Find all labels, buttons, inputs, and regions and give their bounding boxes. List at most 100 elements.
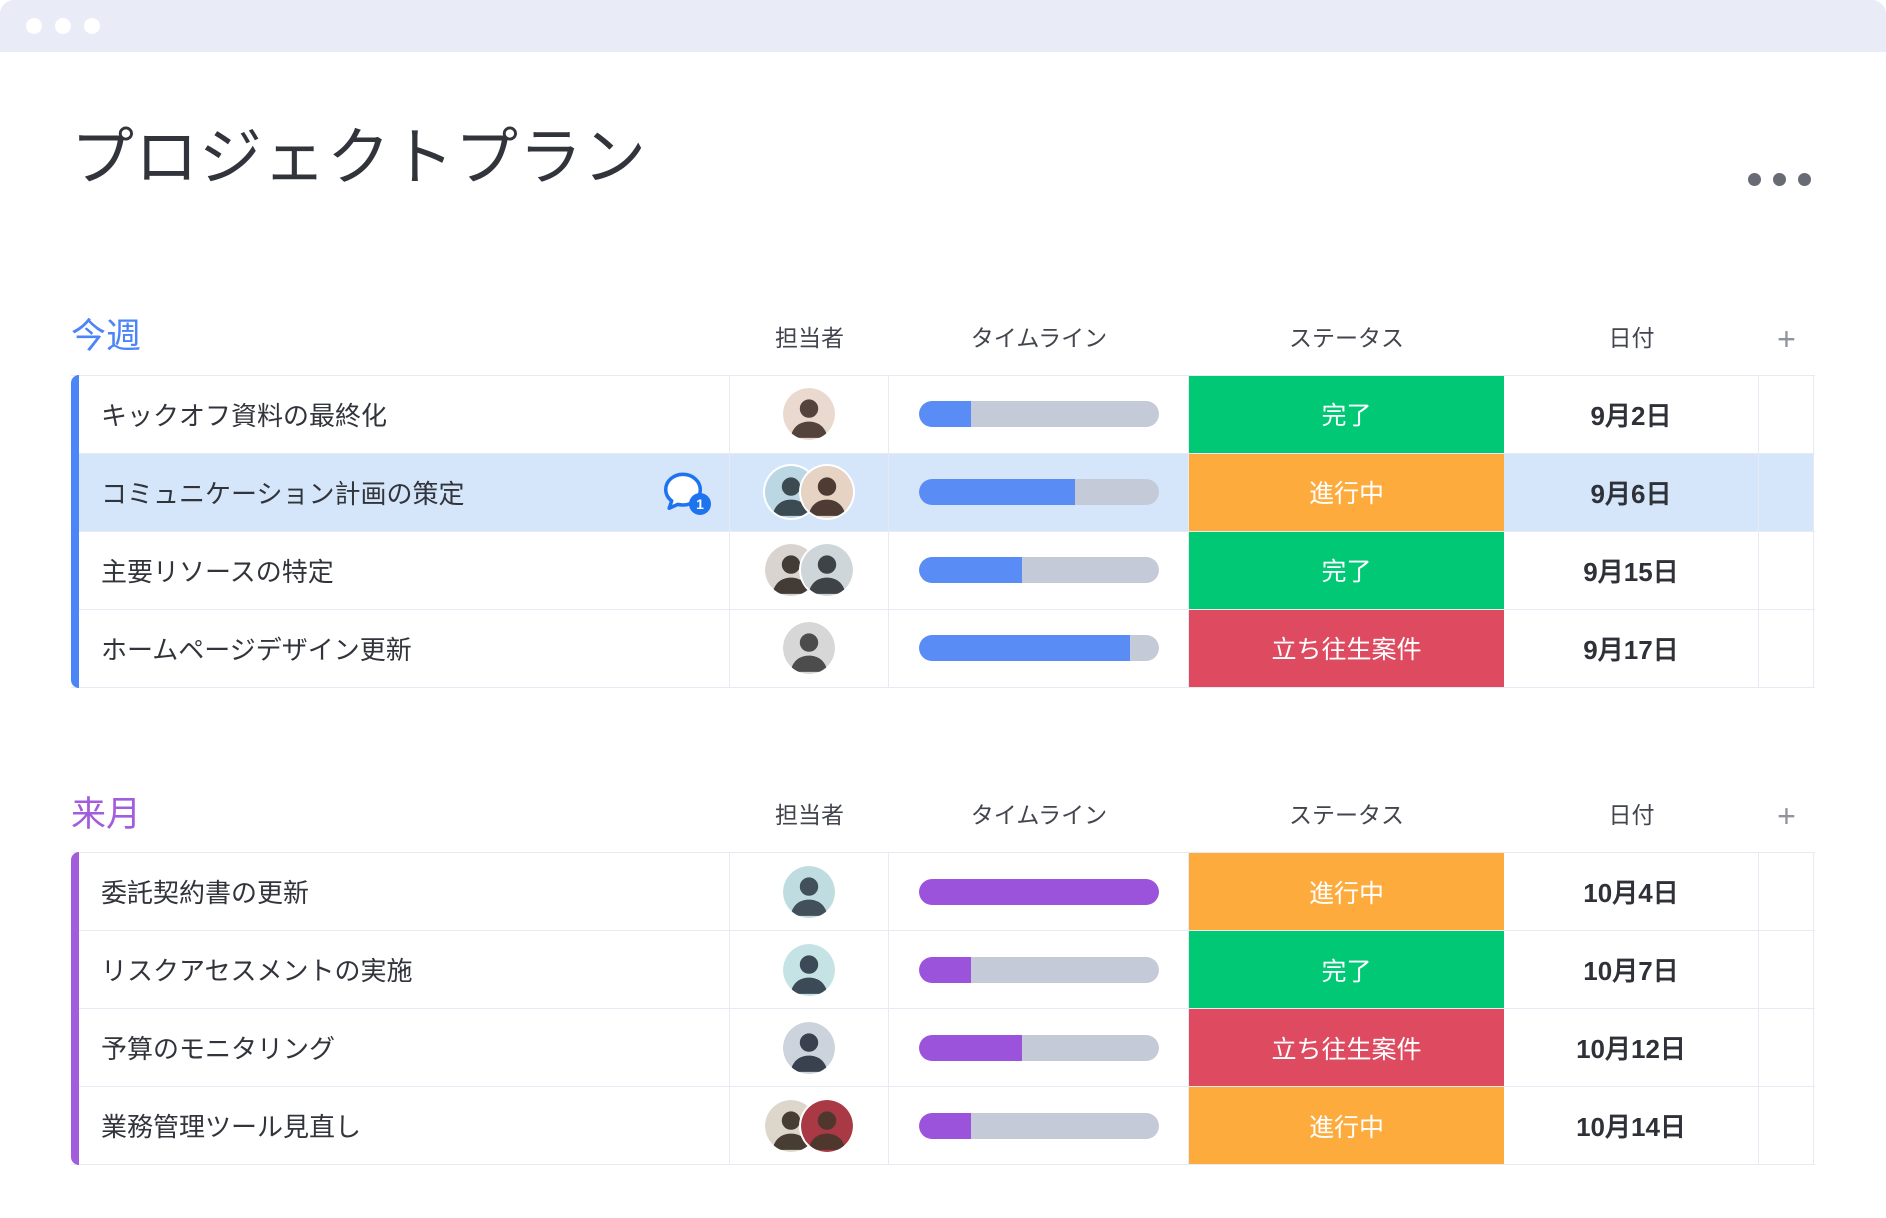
- status-badge[interactable]: 完了: [1189, 375, 1504, 453]
- column-header-timeline[interactable]: タイムライン: [889, 319, 1189, 357]
- assignee-avatars[interactable]: [783, 622, 835, 674]
- task-name: リスクアセスメントの実施: [101, 956, 413, 986]
- task-name-cell[interactable]: 委託契約書の更新: [71, 853, 730, 930]
- assignee-avatars[interactable]: [783, 865, 835, 918]
- column-header-timeline[interactable]: タイムライン: [889, 796, 1189, 834]
- column-header-owner[interactable]: 担当者: [730, 319, 889, 357]
- add-column-button[interactable]: +: [1759, 323, 1814, 357]
- timeline-bar[interactable]: [918, 878, 1159, 905]
- row-add-cell[interactable]: [1759, 609, 1814, 687]
- assignee-avatars[interactable]: [783, 388, 835, 440]
- timeline-cell[interactable]: [889, 609, 1189, 687]
- chat-bubble-icon[interactable]: 1: [657, 467, 711, 517]
- table-row[interactable]: リスクアセスメントの実施 完了 10月7日: [71, 931, 1815, 1009]
- column-header-date[interactable]: 日付: [1504, 319, 1759, 357]
- timeline-cell[interactable]: [889, 375, 1189, 453]
- timeline-bar[interactable]: [918, 479, 1159, 505]
- owner-cell[interactable]: [730, 453, 889, 531]
- assignee-avatars[interactable]: [765, 466, 853, 518]
- row-add-cell[interactable]: [1759, 453, 1814, 531]
- task-name-cell[interactable]: キックオフ資料の最終化: [71, 375, 730, 453]
- timeline-bar[interactable]: [918, 956, 1159, 983]
- timeline-bar[interactable]: [918, 401, 1159, 427]
- owner-cell[interactable]: [730, 1087, 889, 1164]
- status-badge[interactable]: 立ち往生案件: [1189, 1009, 1504, 1086]
- timeline-cell[interactable]: [889, 531, 1189, 609]
- task-name: 委託契約書の更新: [101, 878, 310, 908]
- column-header-status[interactable]: ステータス: [1189, 796, 1504, 834]
- assignee-avatars[interactable]: [765, 544, 853, 596]
- table-row[interactable]: 主要リソースの特定 完了 9月15日: [71, 531, 1815, 610]
- owner-cell[interactable]: [730, 609, 889, 687]
- ellipsis-icon: [1798, 173, 1811, 186]
- owner-cell[interactable]: [730, 1009, 889, 1086]
- table-row[interactable]: ホームページデザイン更新 立ち往生案件 9月17日: [71, 609, 1815, 688]
- table-row[interactable]: キックオフ資料の最終化 完了 9月2日: [71, 375, 1815, 454]
- task-name-cell[interactable]: リスクアセスメントの実施: [71, 931, 730, 1008]
- owner-cell[interactable]: [730, 931, 889, 1008]
- date-cell[interactable]: 9月6日: [1504, 453, 1759, 531]
- task-name: 業務管理ツール見直し: [101, 1112, 362, 1142]
- column-header-owner[interactable]: 担当者: [730, 796, 889, 834]
- group-title[interactable]: 今週: [71, 317, 141, 356]
- date-cell[interactable]: 10月12日: [1504, 1009, 1759, 1086]
- row-add-cell[interactable]: [1759, 375, 1814, 453]
- task-name-cell[interactable]: ホームページデザイン更新: [71, 609, 730, 687]
- column-header-date[interactable]: 日付: [1504, 796, 1759, 834]
- row-add-cell[interactable]: [1759, 531, 1814, 609]
- timeline-cell[interactable]: [889, 1009, 1189, 1086]
- more-options-button[interactable]: [1738, 163, 1815, 200]
- group-title-cell: 来月: [71, 795, 730, 835]
- table-row[interactable]: 業務管理ツール見直し 進行中 10月14日: [71, 1087, 1815, 1165]
- status-badge[interactable]: 立ち往生案件: [1189, 609, 1504, 687]
- timeline-bar[interactable]: [918, 1034, 1159, 1061]
- status-badge[interactable]: 進行中: [1189, 453, 1504, 531]
- table-row[interactable]: コミュニケーション計画の策定 1 進行中 9月6日: [71, 453, 1815, 532]
- avatar: [783, 865, 835, 918]
- status-badge[interactable]: 完了: [1189, 531, 1504, 609]
- row-add-cell[interactable]: [1759, 1009, 1814, 1086]
- task-name-cell[interactable]: コミュニケーション計画の策定 1: [71, 453, 730, 531]
- add-column-button[interactable]: +: [1759, 800, 1814, 834]
- date-cell[interactable]: 9月17日: [1504, 609, 1759, 687]
- row-add-cell[interactable]: [1759, 931, 1814, 1008]
- timeline-cell[interactable]: [889, 1087, 1189, 1164]
- ellipsis-icon: [1773, 173, 1786, 186]
- assignee-avatars[interactable]: [765, 1099, 853, 1152]
- date-cell[interactable]: 10月4日: [1504, 853, 1759, 930]
- group-title[interactable]: 来月: [71, 795, 141, 834]
- date-cell[interactable]: 9月15日: [1504, 531, 1759, 609]
- timeline-cell[interactable]: [889, 931, 1189, 1008]
- table-row[interactable]: 委託契約書の更新 進行中 10月4日: [71, 853, 1815, 931]
- window-control-dot[interactable]: [55, 18, 71, 34]
- status-badge[interactable]: 進行中: [1189, 853, 1504, 930]
- task-name-cell[interactable]: 主要リソースの特定: [71, 531, 730, 609]
- row-add-cell[interactable]: [1759, 1087, 1814, 1164]
- status-badge[interactable]: 進行中: [1189, 1087, 1504, 1164]
- timeline-cell[interactable]: [889, 853, 1189, 930]
- timeline-progress-fill: [918, 1034, 1022, 1061]
- assignee-avatars[interactable]: [783, 1021, 835, 1074]
- timeline-progress-fill: [918, 878, 1159, 905]
- timeline-bar[interactable]: [918, 1112, 1159, 1139]
- owner-cell[interactable]: [730, 853, 889, 930]
- avatar: [783, 622, 835, 674]
- window-control-dot[interactable]: [84, 18, 100, 34]
- window-control-dot[interactable]: [26, 18, 42, 34]
- date-cell[interactable]: 10月14日: [1504, 1087, 1759, 1164]
- row-add-cell[interactable]: [1759, 853, 1814, 930]
- date-cell[interactable]: 10月7日: [1504, 931, 1759, 1008]
- task-name-cell[interactable]: 予算のモニタリング: [71, 1009, 730, 1086]
- table-row[interactable]: 予算のモニタリング 立ち往生案件 10月12日: [71, 1009, 1815, 1087]
- timeline-bar[interactable]: [918, 557, 1159, 583]
- tasks-table: キックオフ資料の最終化 完了 9月2日 コミュニケーション計画の策定 1 進行中 9月6日主…: [71, 374, 1815, 688]
- owner-cell[interactable]: [730, 375, 889, 453]
- timeline-bar[interactable]: [918, 635, 1159, 661]
- column-header-status[interactable]: ステータス: [1189, 319, 1504, 357]
- assignee-avatars[interactable]: [783, 943, 835, 996]
- owner-cell[interactable]: [730, 531, 889, 609]
- date-cell[interactable]: 9月2日: [1504, 375, 1759, 453]
- status-badge[interactable]: 完了: [1189, 931, 1504, 1008]
- task-name-cell[interactable]: 業務管理ツール見直し: [71, 1087, 730, 1164]
- timeline-cell[interactable]: [889, 453, 1189, 531]
